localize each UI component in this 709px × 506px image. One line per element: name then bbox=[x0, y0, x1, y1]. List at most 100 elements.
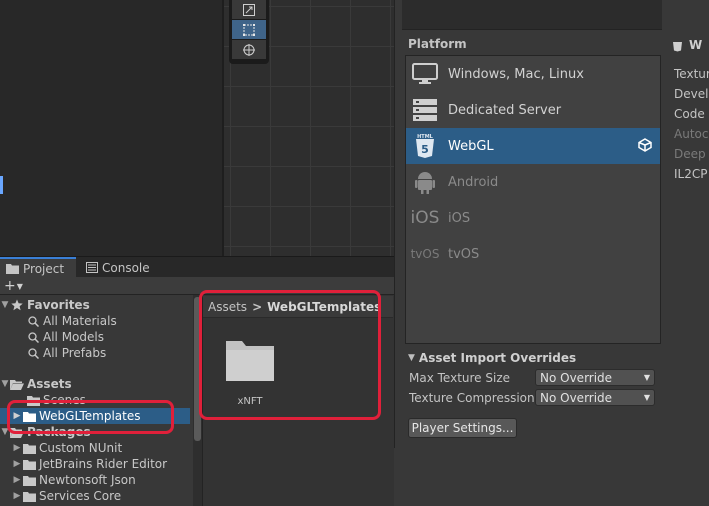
project-window-tabbar: Project Console bbox=[0, 256, 394, 278]
platform-label: Dedicated Server bbox=[448, 102, 562, 118]
create-asset-button[interactable]: + ▼ bbox=[4, 278, 23, 294]
collapsed-arrow-icon: ▶ bbox=[13, 491, 21, 501]
platform-label: WebGL bbox=[448, 138, 494, 154]
platform-settings-title: W bbox=[689, 38, 703, 52]
star-icon bbox=[10, 298, 24, 312]
svg-text:5: 5 bbox=[421, 143, 429, 156]
platform-item-webgl[interactable]: HTML 5 WebGL bbox=[406, 128, 660, 164]
transform-tool-button[interactable] bbox=[232, 40, 266, 59]
html5-icon: HTML 5 bbox=[406, 128, 444, 164]
dropdown-value: No Override bbox=[540, 370, 613, 385]
max-texture-size-dropdown[interactable]: No Override ▼ bbox=[535, 369, 655, 386]
asset-import-overrides-foldout[interactable]: ▼ Asset Import Overrides bbox=[408, 351, 576, 365]
tree-item-all-models[interactable]: All Models bbox=[0, 329, 190, 345]
tree-item-package[interactable]: ▶ Services Core bbox=[0, 488, 190, 504]
tree-item-label: Services Core bbox=[39, 489, 122, 503]
setting-label: Textur bbox=[674, 67, 709, 81]
platform-list: Windows, Mac, Linux Dedicated Server HTM… bbox=[405, 55, 661, 344]
collapsed-arrow-icon: ▶ bbox=[13, 475, 21, 485]
tree-item-label: All Materials bbox=[43, 314, 117, 328]
player-settings-button[interactable]: Player Settings... bbox=[408, 418, 517, 438]
folder-icon bbox=[22, 489, 36, 503]
tab-label: Project bbox=[23, 261, 65, 276]
collapsed-arrow-icon: ▶ bbox=[13, 443, 21, 453]
tab-project[interactable]: Project bbox=[0, 257, 76, 278]
search-icon bbox=[26, 346, 40, 360]
foldout-expanded-icon: ▼ bbox=[408, 353, 415, 363]
folder-icon bbox=[22, 473, 36, 487]
platform-label: Windows, Mac, Linux bbox=[448, 66, 584, 82]
search-icon bbox=[26, 330, 40, 344]
unity-logo-icon bbox=[638, 138, 652, 155]
dropdown-value: No Override bbox=[540, 390, 613, 405]
server-icon bbox=[406, 92, 444, 128]
monitor-icon bbox=[406, 56, 444, 92]
rect-tool-icon bbox=[243, 23, 255, 36]
collapsed-arrow-icon: ▶ bbox=[13, 459, 21, 469]
setting-label: Autoco bbox=[674, 127, 709, 141]
tree-item-label: JetBrains Rider Editor bbox=[39, 457, 168, 471]
html5-icon bbox=[673, 41, 682, 51]
search-icon bbox=[26, 314, 40, 328]
platform-header: Platform bbox=[408, 37, 467, 51]
rect-tool-button[interactable] bbox=[232, 20, 266, 39]
tree-item-package[interactable]: ▶ JetBrains Rider Editor bbox=[0, 456, 190, 472]
create-label: + bbox=[4, 278, 16, 294]
foldout-label: Asset Import Overrides bbox=[418, 351, 577, 365]
folder-icon bbox=[22, 441, 36, 455]
scale-tool-button[interactable] bbox=[232, 0, 266, 19]
tree-item-label: Newtonsoft Json bbox=[39, 473, 136, 487]
tree-item-package[interactable]: ▶ Newtonsoft Json bbox=[0, 472, 190, 488]
platform-item-dedicated-server[interactable]: Dedicated Server bbox=[406, 92, 660, 128]
selection-edge-indicator bbox=[0, 176, 3, 194]
tree-item-label: Favorites bbox=[27, 298, 90, 312]
annotation-highlight-assets bbox=[199, 290, 381, 420]
dropdown-arrow-icon: ▼ bbox=[643, 373, 650, 382]
tree-item-favorites[interactable]: ▼ Favorites bbox=[0, 297, 190, 313]
texture-compression-label: Texture Compression bbox=[409, 391, 535, 405]
platform-settings-header: W bbox=[672, 38, 702, 52]
annotation-highlight-tree bbox=[7, 400, 174, 434]
scene-tool-palette bbox=[229, 0, 269, 64]
tree-item-label: All Models bbox=[43, 330, 104, 344]
ios-text-icon: iOS bbox=[406, 200, 444, 236]
folder-icon bbox=[22, 457, 36, 471]
folder-icon bbox=[6, 264, 19, 274]
platform-item-windows-mac-linux[interactable]: Windows, Mac, Linux bbox=[406, 56, 660, 92]
setting-label: Develo bbox=[674, 87, 709, 101]
tvos-text-icon: tvOS bbox=[406, 236, 444, 272]
tree-item-label: All Prefabs bbox=[43, 346, 107, 360]
platform-label: tvOS bbox=[448, 246, 480, 262]
build-settings-top-strip bbox=[402, 0, 662, 30]
platform-item-ios[interactable]: iOS iOS bbox=[406, 200, 660, 236]
tree-item-package[interactable]: ▶ Custom NUnit bbox=[0, 440, 190, 456]
tree-item-all-materials[interactable]: All Materials bbox=[0, 313, 190, 329]
scene-view-left bbox=[0, 0, 224, 256]
tree-item-label: Custom NUnit bbox=[39, 441, 123, 455]
max-texture-size-label: Max Texture Size bbox=[409, 371, 510, 385]
tree-item-label: Assets bbox=[27, 377, 72, 391]
tab-label: Console bbox=[102, 260, 150, 275]
dropdown-arrow-icon: ▼ bbox=[643, 393, 650, 402]
platform-item-android[interactable]: Android bbox=[406, 164, 660, 200]
texture-compression-dropdown[interactable]: No Override ▼ bbox=[535, 389, 655, 406]
platform-item-tvos[interactable]: tvOS tvOS bbox=[406, 236, 660, 272]
tab-console[interactable]: Console bbox=[80, 257, 160, 278]
platform-label: iOS bbox=[448, 210, 471, 226]
android-icon bbox=[406, 164, 444, 200]
scene-divider bbox=[222, 0, 224, 256]
tree-item-all-prefabs[interactable]: All Prefabs bbox=[0, 345, 190, 361]
expanded-arrow-icon: ▼ bbox=[1, 300, 9, 310]
tvos-icon-text: tvOS bbox=[410, 247, 440, 261]
platform-label: Android bbox=[448, 174, 499, 190]
open-folder-icon bbox=[10, 377, 24, 391]
transform-tool-icon bbox=[243, 43, 255, 56]
dropdown-arrow-icon: ▼ bbox=[16, 281, 23, 291]
tree-item-assets[interactable]: ▼ Assets bbox=[0, 376, 190, 392]
setting-label: Code bbox=[674, 107, 705, 121]
scale-tool-icon bbox=[243, 3, 255, 16]
console-icon bbox=[86, 262, 98, 273]
expanded-arrow-icon: ▼ bbox=[1, 379, 9, 389]
setting-label: IL2CP bbox=[674, 167, 708, 181]
ios-icon-text: iOS bbox=[410, 208, 440, 228]
